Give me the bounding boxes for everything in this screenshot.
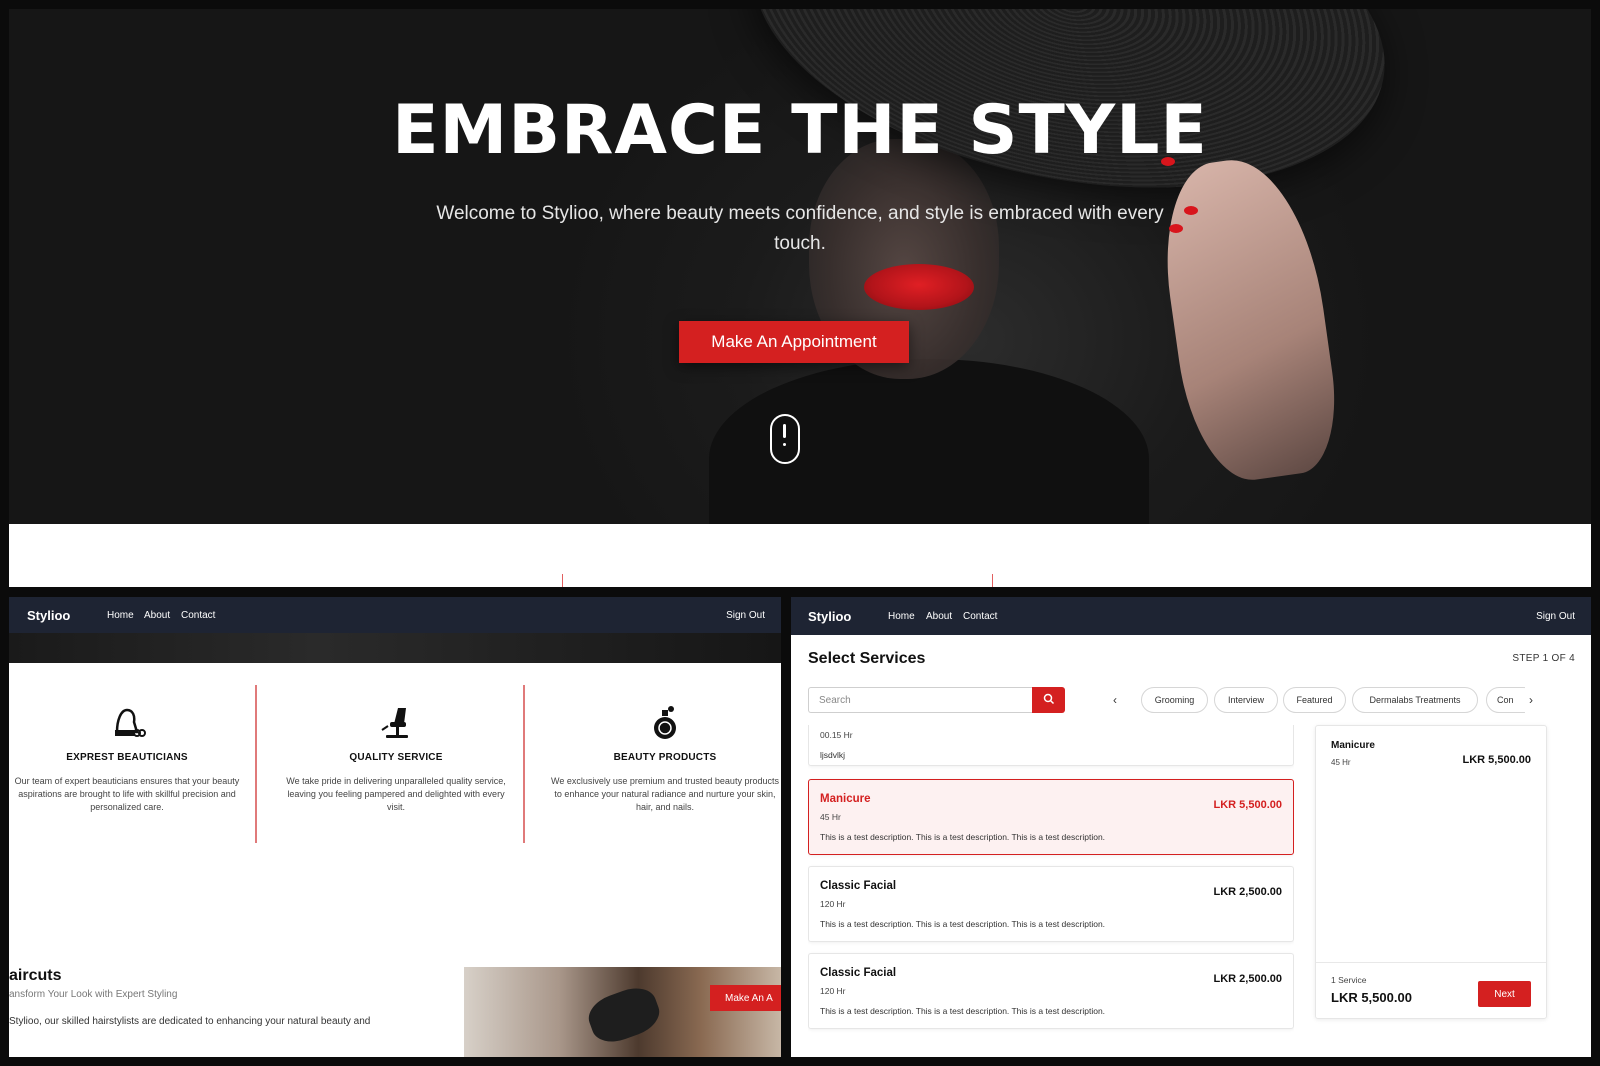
service-description: This is a test description. This is a te… [820, 832, 1106, 842]
feature-divider [255, 685, 257, 843]
divider-line [992, 574, 993, 587]
make-appointment-button[interactable]: Make An Appointment [679, 321, 909, 363]
haircuts-subtitle: ansform Your Look with Expert Styling [9, 989, 178, 1000]
service-card[interactable]: Classic Facial 120 Hr LKR 2,500.00 This … [808, 953, 1294, 1029]
feature-description: We exclusively use premium and trusted b… [551, 776, 779, 812]
brand-logo[interactable]: Stylioo [27, 608, 70, 623]
service-description: ljsdvlkj [820, 750, 846, 760]
service-list[interactable]: 00.15 Hr ljsdvlkj Manicure 45 Hr LKR 5,5… [808, 725, 1294, 1057]
hero-background-photo: EMBRACE THE STYLE Welcome to Stylioo, wh… [9, 9, 1591, 524]
category-chip[interactable]: Interview [1214, 687, 1278, 713]
feature-card: BEAUTY PRODUCTS We exclusively use premi… [551, 702, 779, 814]
step-indicator: STEP 1 OF 4 [1512, 653, 1575, 664]
feature-title: QUALITY SERVICE [349, 752, 443, 763]
divider-line [562, 574, 563, 587]
feature-title: EXPREST BEAUTICIANS [66, 752, 188, 763]
nail [1184, 206, 1198, 215]
category-chip[interactable]: Grooming [1141, 687, 1208, 713]
summary-service-name: Manicure [1331, 740, 1375, 751]
summary-service-price: LKR 5,500.00 [1462, 754, 1531, 766]
service-duration: 120 Hr [820, 986, 846, 996]
hero-title: EMBRACE THE STYLE [392, 91, 1208, 170]
nav-link-home[interactable]: Home [107, 610, 134, 621]
hero-subtitle: Welcome to Stylioo, where beauty meets c… [436, 203, 1164, 254]
category-chip[interactable]: Featured [1283, 687, 1346, 713]
service-description: This is a test description. This is a te… [820, 919, 1106, 929]
haircut-photo [464, 967, 781, 1057]
salon-chair-icon [381, 708, 408, 738]
service-duration: 00.15 Hr [820, 730, 853, 740]
hero-screenshot: EMBRACE THE STYLE Welcome to Stylioo, wh… [9, 9, 1591, 587]
service-card[interactable]: 00.15 Hr ljsdvlkj [808, 725, 1294, 766]
nav-link-about[interactable]: About [144, 610, 170, 621]
search-icon [1043, 693, 1054, 704]
service-count: 1 Service [1331, 975, 1367, 985]
service-price: LKR 5,500.00 [1213, 799, 1282, 811]
summary-footer: 1 Service LKR 5,500.00 Next [1316, 962, 1546, 1018]
nail [1169, 224, 1183, 233]
search-input[interactable] [808, 687, 1032, 713]
service-name: Manicure [820, 793, 871, 805]
model-hand [1152, 150, 1346, 488]
feature-title: BEAUTY PRODUCTS [613, 752, 717, 763]
hero-image-strip [9, 633, 781, 663]
feature-card: EXPREST BEAUTICIANS Our team of expert b… [13, 702, 241, 814]
booking-screenshot: Stylioo Home About Contact Sign Out Sele… [791, 597, 1591, 1057]
brand-logo[interactable]: Stylioo [808, 609, 851, 624]
service-description: This is a test description. This is a te… [820, 1006, 1106, 1016]
hair-dryer [583, 981, 665, 1049]
nav-link-contact[interactable]: Contact [963, 611, 997, 622]
service-duration: 45 Hr [820, 812, 841, 822]
service-price: LKR 2,500.00 [1213, 973, 1282, 985]
perfume-bottle-icon [654, 706, 676, 739]
nav-link-contact[interactable]: Contact [181, 610, 215, 621]
nav-link-home[interactable]: Home [888, 611, 915, 622]
sign-out-link[interactable]: Sign Out [726, 610, 765, 621]
summary-service-duration: 45 Hr [1331, 758, 1351, 767]
search-button[interactable] [1032, 687, 1065, 713]
service-duration: 120 Hr [820, 899, 846, 909]
feature-divider [523, 685, 525, 843]
next-button[interactable]: Next [1478, 981, 1531, 1007]
page-title: Select Services [808, 650, 926, 667]
feature-description: We take pride in delivering unparalleled… [286, 776, 506, 812]
features-screenshot: Stylioo Home About Contact Sign Out EXPR… [9, 597, 781, 1057]
navbar: Stylioo Home About Contact Sign Out [791, 597, 1591, 635]
service-card[interactable]: Manicure 45 Hr LKR 5,500.00 This is a te… [808, 779, 1294, 855]
service-name: Classic Facial [820, 880, 897, 892]
scroll-down-icon[interactable] [770, 414, 800, 464]
beautician-icon [115, 708, 146, 737]
booking-summary: Manicure 45 Hr LKR 5,500.00 1 Service LK… [1315, 725, 1547, 1019]
nav-link-about[interactable]: About [926, 611, 952, 622]
category-chip[interactable]: Dermalabs Treatments [1352, 687, 1478, 713]
make-appointment-button[interactable]: Make An A [710, 985, 781, 1011]
total-price: LKR 5,500.00 [1331, 990, 1412, 1005]
service-card[interactable]: Classic Facial 120 Hr LKR 2,500.00 This … [808, 866, 1294, 942]
chevron-right-icon[interactable]: › [1529, 693, 1533, 707]
chevron-left-icon[interactable]: ‹ [1113, 693, 1117, 707]
category-chip[interactable]: Con [1486, 687, 1525, 713]
haircuts-heading: aircuts [9, 967, 62, 984]
feature-card: QUALITY SERVICE We take pride in deliver… [282, 702, 510, 814]
haircuts-body-text: Stylioo, our skilled hairstylists are de… [9, 1016, 371, 1027]
sign-out-link[interactable]: Sign Out [1536, 611, 1575, 622]
service-price: LKR 2,500.00 [1213, 886, 1282, 898]
model-lips [864, 264, 974, 310]
navbar: Stylioo Home About Contact Sign Out [9, 597, 781, 633]
feature-description: Our team of expert beauticians ensures t… [14, 776, 240, 812]
service-name: Classic Facial [820, 967, 897, 979]
